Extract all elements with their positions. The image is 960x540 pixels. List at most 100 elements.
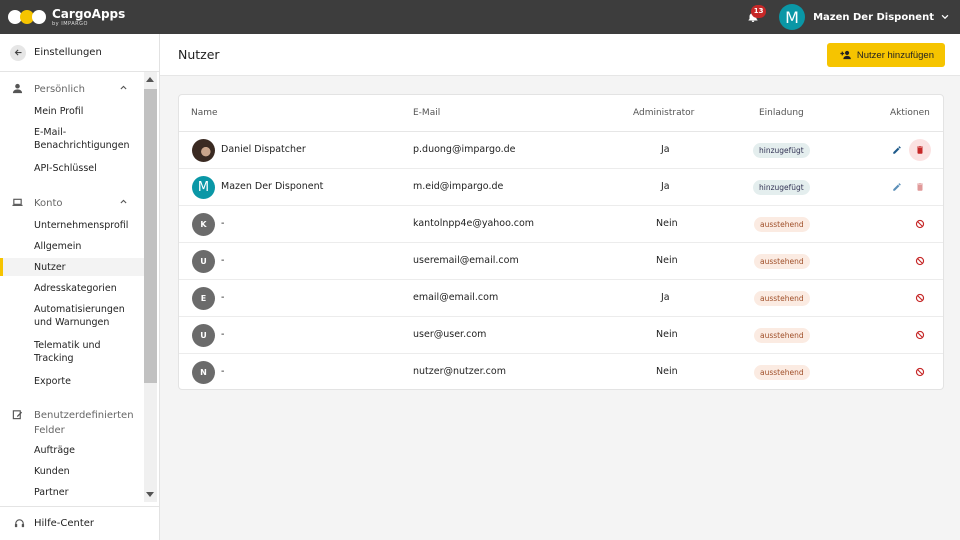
sidebar-item-partners[interactable]: Partner	[0, 486, 144, 499]
user-name-cell: -	[221, 329, 225, 340]
user-avatar[interactable]: M	[779, 4, 806, 30]
table-row[interactable]: U - useremail@email.com Nein ausstehend	[179, 243, 943, 280]
block-icon	[915, 367, 925, 377]
sidebar-item-general[interactable]: Allgemein	[0, 240, 144, 253]
admin-cell: Nein	[656, 218, 678, 229]
admin-cell: Ja	[661, 292, 670, 303]
sidebar-item-customers[interactable]: Kunden	[0, 465, 144, 478]
sidebar-item-automations[interactable]: Automatisierungen und Warnungen	[0, 303, 138, 329]
app-logo[interactable]: CargoApps by IMPARGO	[8, 6, 125, 28]
user-name-cell: -	[221, 292, 225, 303]
sidebar-item-my-profile[interactable]: Mein Profil	[0, 105, 144, 118]
avatar: U	[192, 250, 215, 273]
chevron-down-icon[interactable]	[940, 12, 950, 22]
sidebar-item-users[interactable]: Nutzer	[0, 258, 144, 276]
scroll-down-icon[interactable]	[146, 492, 154, 497]
avatar: U	[192, 324, 215, 347]
section-personal[interactable]: Persönlich	[0, 82, 144, 97]
sidebar-item-company-profile[interactable]: Unternehmensprofil	[0, 219, 144, 232]
status-badge: ausstehend	[754, 254, 810, 269]
status-badge: ausstehend	[754, 217, 810, 232]
column-administrator: Administrator	[633, 108, 695, 118]
sidebar-item-telematics[interactable]: Telematik und Tracking	[0, 339, 112, 365]
notification-count-badge: 13	[751, 5, 767, 18]
revoke-invitation-button[interactable]	[913, 365, 927, 379]
block-icon	[915, 219, 925, 229]
settings-sidebar: Einstellungen Persönlich Mein Profil E-M…	[0, 34, 160, 540]
person-icon	[12, 83, 23, 94]
trash-icon	[917, 146, 923, 154]
user-email-cell: nutzer@nutzer.com	[413, 366, 506, 377]
column-actions: Aktionen	[890, 108, 930, 118]
avatar: K	[192, 213, 215, 236]
avatar	[192, 139, 215, 162]
status-badge: ausstehend	[754, 291, 810, 306]
add-user-button[interactable]: Nutzer hinzufügen	[826, 43, 945, 67]
back-label: Einstellungen	[34, 47, 102, 58]
user-email-cell: useremail@email.com	[413, 255, 519, 266]
table-row[interactable]: E - email@email.com Ja ausstehend	[179, 280, 943, 317]
laptop-icon	[12, 198, 23, 206]
table-row[interactable]: U - user@user.com Nein ausstehend	[179, 317, 943, 354]
pencil-icon	[893, 183, 901, 191]
delete-user-button[interactable]	[913, 180, 927, 194]
edit-user-button[interactable]	[890, 143, 904, 157]
block-icon	[915, 256, 925, 266]
admin-cell: Nein	[656, 255, 678, 266]
arrow-left-icon[interactable]	[10, 44, 26, 61]
page-header: Nutzer Nutzer hinzufügen	[160, 34, 960, 76]
sidebar-scrollbar-thumb[interactable]	[144, 89, 157, 383]
section-custom-fields[interactable]: Benutzerdefinierten Felder	[0, 408, 144, 438]
user-email-cell: kantolnpp4e@yahoo.com	[413, 218, 535, 229]
revoke-invitation-button[interactable]	[913, 291, 927, 305]
user-name-cell: Mazen Der Disponent	[221, 181, 324, 192]
logo-mark-icon	[8, 6, 48, 28]
sidebar-item-exports[interactable]: Exporte	[0, 375, 144, 388]
top-bar: CargoApps by IMPARGO 13 M Mazen Der Disp…	[0, 0, 960, 34]
chevron-up-icon[interactable]	[119, 83, 128, 92]
headset-icon	[14, 519, 25, 528]
admin-cell: Ja	[661, 181, 670, 192]
edit-user-button[interactable]	[890, 180, 904, 194]
help-center-link[interactable]: Hilfe-Center	[0, 506, 159, 540]
status-badge: ausstehend	[754, 365, 810, 380]
sidebar-item-email-notifications[interactable]: E-Mail-Benachrichtigungen	[0, 126, 140, 152]
table-row[interactable]: Daniel Dispatcher p.duong@impargo.de Ja …	[179, 132, 943, 169]
delete-user-button[interactable]	[909, 139, 931, 161]
column-name: Name	[191, 108, 218, 118]
status-badge: ausstehend	[754, 328, 810, 343]
page-title: Nutzer	[178, 47, 220, 62]
trash-icon	[917, 183, 923, 191]
revoke-invitation-button[interactable]	[913, 254, 927, 268]
table-row[interactable]: K - kantolnpp4e@yahoo.com Nein ausstehen…	[179, 206, 943, 243]
chevron-up-icon[interactable]	[119, 197, 128, 206]
scroll-up-icon[interactable]	[146, 77, 154, 82]
admin-cell: Nein	[656, 329, 678, 340]
person-add-icon	[840, 50, 851, 60]
users-table: Name E-Mail Administrator Einladung Akti…	[178, 94, 944, 390]
add-user-label: Nutzer hinzufügen	[856, 49, 934, 61]
edit-note-icon	[12, 410, 23, 420]
user-email-cell: email@email.com	[413, 292, 499, 303]
sidebar-item-orders[interactable]: Aufträge	[0, 444, 144, 457]
sidebar-scroll-area: Persönlich Mein Profil E-Mail-Benachrich…	[0, 72, 159, 502]
user-name-cell: Daniel Dispatcher	[221, 144, 306, 155]
sidebar-item-address-categories[interactable]: Adresskategorien	[0, 282, 144, 295]
section-account[interactable]: Konto	[0, 196, 144, 211]
admin-cell: Ja	[661, 144, 670, 155]
table-row[interactable]: N - nutzer@nutzer.com Nein ausstehend	[179, 354, 943, 391]
revoke-invitation-button[interactable]	[913, 217, 927, 231]
app-sub: by IMPARGO	[52, 20, 88, 27]
avatar: M	[192, 176, 215, 199]
app-name: CargoApps	[52, 6, 126, 21]
revoke-invitation-button[interactable]	[913, 328, 927, 342]
table-row[interactable]: M Mazen Der Disponent m.eid@impargo.de J…	[179, 169, 943, 206]
column-email: E-Mail	[413, 108, 441, 118]
back-to-settings[interactable]: Einstellungen	[0, 34, 159, 72]
notifications-button[interactable]: 13	[743, 5, 767, 27]
user-name[interactable]: Mazen Der Disponent	[813, 12, 934, 23]
help-center-label: Hilfe-Center	[34, 518, 95, 529]
user-name-cell: -	[221, 218, 225, 229]
block-icon	[915, 293, 925, 303]
sidebar-item-api-keys[interactable]: API-Schlüssel	[0, 162, 144, 175]
